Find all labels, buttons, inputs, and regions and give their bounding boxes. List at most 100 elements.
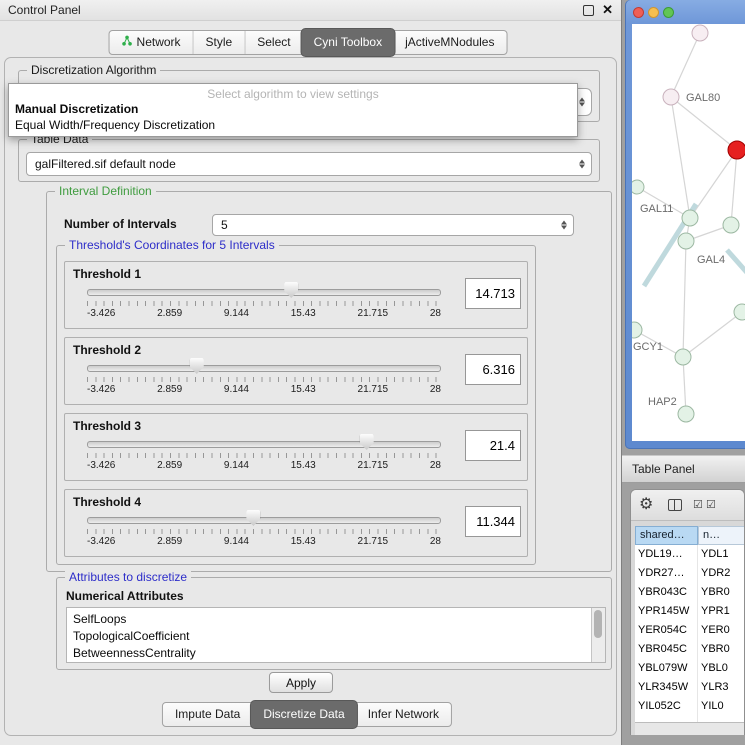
- close-traffic-light[interactable]: [633, 7, 644, 18]
- dropdown-option-manual-discretization[interactable]: Manual Discretization: [9, 101, 577, 117]
- tick-label: 21.715: [358, 460, 389, 471]
- table-data-select[interactable]: galFiltered.sif default node: [26, 152, 592, 176]
- network-edge[interactable]: [683, 241, 686, 357]
- table-data-selected-value: galFiltered.sif default node: [35, 157, 176, 171]
- table-panel-window: ⚙ ☑ ☑ shared… n… YDL19…YDL1YDR27…YDR2YBR…: [630, 489, 745, 735]
- attributes-scrollbar[interactable]: [591, 608, 605, 662]
- network-node[interactable]: [728, 141, 745, 159]
- threshold-label: Threshold 2: [73, 343, 141, 357]
- numerical-attributes-list[interactable]: SelfLoopsTopologicalCoefficientBetweenne…: [66, 607, 606, 663]
- threshold-value-input[interactable]: [465, 354, 521, 385]
- group-title-discretization-algorithm: Discretization Algorithm: [27, 63, 160, 77]
- cell-shared-name: YDL19…: [638, 548, 683, 560]
- network-graph: GAL80GAL11GAL4GCY1HAP2: [632, 24, 745, 441]
- network-node[interactable]: [632, 180, 644, 194]
- threshold-slider[interactable]: -3.4262.8599.14415.4321.71528: [87, 358, 441, 402]
- checkbox-icon[interactable]: ☑: [706, 498, 716, 511]
- table-panel-titlebar: Table Panel: [622, 455, 745, 483]
- table-row[interactable]: YBL079WYBL0: [635, 659, 745, 678]
- tab-select[interactable]: Select: [244, 31, 302, 54]
- threshold-label: Threshold 1: [73, 267, 141, 281]
- network-thick-edge[interactable]: [727, 250, 745, 276]
- threshold-slider[interactable]: -3.4262.8599.14415.4321.71528: [87, 282, 441, 326]
- bottom-tab-impute-data[interactable]: Impute Data: [163, 703, 252, 726]
- tick-label: 9.144: [224, 460, 249, 471]
- number-of-intervals-select[interactable]: 5: [212, 214, 574, 236]
- table-row[interactable]: YBR043CYBR0: [635, 583, 745, 602]
- tab-network[interactable]: Network: [110, 31, 193, 54]
- network-node-gal11[interactable]: [682, 210, 698, 226]
- tab-label: Style: [206, 31, 233, 54]
- table-row[interactable]: YDR27…YDR2: [635, 564, 745, 583]
- tick-label: -3.426: [87, 384, 115, 395]
- network-node[interactable]: [734, 304, 745, 320]
- slider-track: [87, 517, 441, 524]
- node-label-hap2: HAP2: [648, 396, 677, 408]
- cell-shared-name: YDR27…: [638, 567, 684, 579]
- network-edge[interactable]: [731, 150, 737, 225]
- combo-stepper-icon: [561, 221, 567, 230]
- tab-label: Infer Network: [368, 703, 439, 726]
- attribute-item[interactable]: TopologicalCoefficient: [67, 628, 605, 645]
- table-row[interactable]: YLR345WYLR3: [635, 678, 745, 697]
- tab-cyni-toolbox[interactable]: Cyni Toolbox: [302, 29, 394, 56]
- horizontal-scrollbar[interactable]: [635, 722, 744, 735]
- tab-jactivemnodules[interactable]: jActiveMNodules: [393, 31, 506, 54]
- columns-icon[interactable]: [668, 499, 682, 511]
- zoom-traffic-light[interactable]: [663, 7, 674, 18]
- network-edge[interactable]: [671, 97, 690, 218]
- network-node[interactable]: [675, 349, 691, 365]
- table-row[interactable]: YDL19…YDL1: [635, 545, 745, 564]
- network-canvas[interactable]: GAL80GAL11GAL4GCY1HAP2: [632, 24, 745, 441]
- threshold-value-input[interactable]: [465, 430, 521, 461]
- bottom-tab-discretize-data[interactable]: Discretize Data: [251, 701, 356, 728]
- combo-stepper-icon: [579, 98, 585, 107]
- cell-shared-name: YLR345W: [638, 681, 688, 693]
- network-node-gal4[interactable]: [678, 233, 694, 249]
- network-node-hap2[interactable]: [678, 406, 694, 422]
- table-row[interactable]: YBR045CYBR0: [635, 640, 745, 659]
- network-node-gal80[interactable]: [663, 89, 679, 105]
- threshold-value-input[interactable]: [465, 278, 521, 309]
- tick-label: 21.715: [358, 308, 389, 319]
- close-icon[interactable]: ✕: [602, 2, 613, 18]
- node-label-gal11: GAL11: [640, 203, 673, 215]
- algorithm-dropdown-popup: Select algorithm to view settings Manual…: [8, 83, 578, 137]
- network-edge[interactable]: [683, 357, 686, 414]
- network-node[interactable]: [692, 25, 708, 41]
- column-header-shared-name[interactable]: shared…: [635, 526, 698, 545]
- gear-icon[interactable]: ⚙: [639, 494, 653, 516]
- apply-button[interactable]: Apply: [269, 672, 333, 693]
- network-edge[interactable]: [683, 312, 742, 357]
- threshold-slider[interactable]: -3.4262.8599.14415.4321.71528: [87, 434, 441, 478]
- attribute-item[interactable]: SelfLoops: [67, 611, 605, 628]
- table-row[interactable]: YPR145WYPR1: [635, 602, 745, 621]
- network-edge[interactable]: [690, 150, 737, 218]
- tick-label: 9.144: [224, 536, 249, 547]
- threshold-slider[interactable]: -3.4262.8599.14415.4321.71528: [87, 510, 441, 554]
- tick-label: -3.426: [87, 308, 115, 319]
- float-window-icon[interactable]: [583, 5, 594, 16]
- cell-name: YIL0: [701, 700, 724, 712]
- scrollbar-thumb[interactable]: [594, 610, 602, 638]
- column-header-name[interactable]: n…: [698, 526, 745, 545]
- dropdown-option-equal-width-frequency[interactable]: Equal Width/Frequency Discretization: [9, 117, 577, 133]
- checkbox-icon[interactable]: ☑: [693, 498, 703, 511]
- tab-label: Discretize Data: [263, 701, 344, 728]
- network-node-gcy1[interactable]: [632, 322, 642, 338]
- bottom-tab-infer-network[interactable]: Infer Network: [356, 703, 451, 726]
- tab-label: Network: [137, 31, 181, 54]
- network-edge[interactable]: [671, 33, 700, 97]
- table-row[interactable]: YIL052CYIL0: [635, 697, 745, 716]
- tick-label: 28: [430, 536, 441, 547]
- slider-tick-labels: -3.4262.8599.14415.4321.71528: [87, 536, 441, 547]
- dropdown-placeholder: Select algorithm to view settings: [9, 84, 577, 101]
- network-edge[interactable]: [671, 97, 737, 150]
- attribute-item[interactable]: BetweennessCentrality: [67, 645, 605, 662]
- threshold-panel-1: Threshold 1-3.4262.8599.14415.4321.71528: [64, 261, 528, 329]
- threshold-value-input[interactable]: [465, 506, 521, 537]
- tab-style[interactable]: Style: [193, 31, 245, 54]
- minimize-traffic-light[interactable]: [648, 7, 659, 18]
- network-node[interactable]: [723, 217, 739, 233]
- table-row[interactable]: YER054CYER0: [635, 621, 745, 640]
